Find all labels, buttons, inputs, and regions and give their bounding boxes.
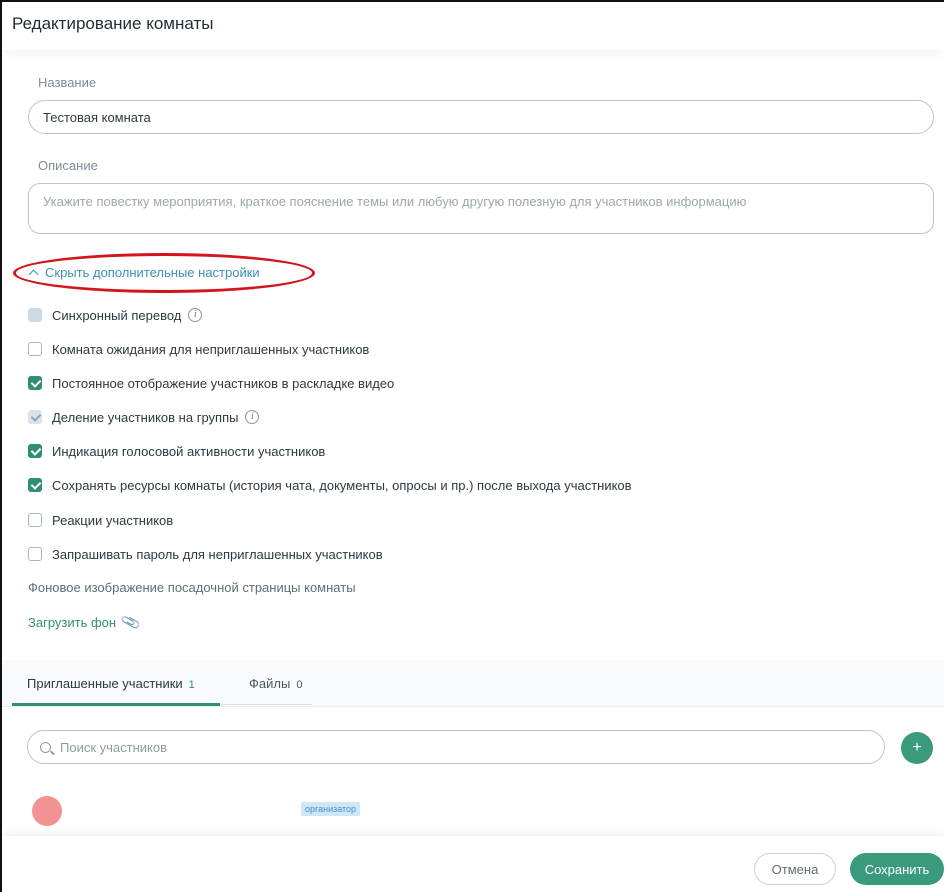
option-label: Деление участников на группы xyxy=(52,409,239,425)
checkbox-reactions[interactable] xyxy=(28,513,42,527)
option-label: Постоянное отображение участников в раск… xyxy=(52,375,395,391)
search-icon xyxy=(40,741,51,753)
active-tab-indicator xyxy=(12,703,220,706)
room-description-textarea[interactable]: Укажите повестку мероприятия, краткое по… xyxy=(28,183,934,234)
tab-count: 0 xyxy=(296,679,303,691)
checkbox-persistent-layout[interactable] xyxy=(28,376,42,390)
tab-label: Файлы xyxy=(249,676,291,691)
tab-count: 1 xyxy=(188,679,195,691)
tab-files[interactable]: Файлы 0 xyxy=(249,676,302,691)
checkbox-breakout-groups[interactable] xyxy=(28,410,42,424)
tab-divider xyxy=(220,704,312,705)
option-request-password[interactable]: Запрашивать пароль для неприглашенных уч… xyxy=(28,545,383,563)
participant-search-input[interactable]: Поиск участников xyxy=(27,730,885,764)
upload-background-label: Загрузить фон xyxy=(28,615,117,630)
tabs-bar: Приглашенные участники 1 Файлы 0 xyxy=(2,660,944,707)
dialog-title: Редактирование комнаты xyxy=(12,14,214,33)
checkbox-voice-activity[interactable] xyxy=(28,444,42,458)
checkbox-waiting-room[interactable] xyxy=(28,342,42,356)
paperclip-icon: 📎 xyxy=(119,611,142,633)
checkbox-request-password[interactable] xyxy=(28,547,42,561)
upload-background-link[interactable]: Загрузить фон 📎 xyxy=(28,611,142,633)
option-voice-activity[interactable]: Индикация голосовой активности участнико… xyxy=(28,442,325,460)
option-label: Реакции участников xyxy=(52,512,174,528)
checkbox-save-resources[interactable] xyxy=(28,478,42,492)
role-badge: организатор xyxy=(301,802,361,816)
tab-label: Приглашенные участники xyxy=(27,676,183,691)
name-label: Название xyxy=(38,75,97,90)
cancel-button[interactable]: Отмена xyxy=(754,853,836,885)
save-button[interactable]: Сохранить xyxy=(850,853,944,885)
option-label: Запрашивать пароль для неприглашенных уч… xyxy=(52,546,383,562)
dialog-header: Редактирование комнаты xyxy=(2,2,944,50)
tab-invited-participants[interactable]: Приглашенные участники 1 xyxy=(27,676,195,691)
description-label: Описание xyxy=(38,158,98,173)
option-breakout-groups[interactable]: Деление участников на группы i xyxy=(28,408,260,426)
add-participant-button[interactable]: + xyxy=(901,732,933,764)
option-waiting-room[interactable]: Комната ожидания для неприглашенных учас… xyxy=(28,340,369,358)
option-label: Комната ожидания для неприглашенных учас… xyxy=(52,341,370,357)
option-save-resources[interactable]: Сохранять ресурсы комнаты (история чата,… xyxy=(28,476,632,494)
search-placeholder: Поиск участников xyxy=(60,739,168,755)
info-icon[interactable]: i xyxy=(245,410,260,424)
red-annotation-ellipse xyxy=(13,253,315,293)
option-label: Синхронный перевод xyxy=(52,307,182,323)
option-reactions[interactable]: Реакции участников xyxy=(28,511,173,529)
option-label: Сохранять ресурсы комнаты (история чата,… xyxy=(52,477,632,493)
edit-room-dialog: Редактирование комнаты Название Тестовая… xyxy=(0,0,944,892)
checkbox-sync-translation[interactable] xyxy=(28,308,42,322)
background-image-label: Фоновое изображение посадочной страницы … xyxy=(28,580,356,595)
info-icon[interactable]: i xyxy=(188,308,203,322)
dialog-footer: Отмена Сохранить xyxy=(2,836,944,892)
option-sync-translation[interactable]: Синхронный перевод i xyxy=(28,306,203,324)
room-name-input[interactable]: Тестовая комната xyxy=(28,100,934,134)
option-persistent-layout[interactable]: Постоянное отображение участников в раск… xyxy=(28,374,394,392)
avatar xyxy=(32,796,62,826)
option-label: Индикация голосовой активности участнико… xyxy=(52,443,326,459)
